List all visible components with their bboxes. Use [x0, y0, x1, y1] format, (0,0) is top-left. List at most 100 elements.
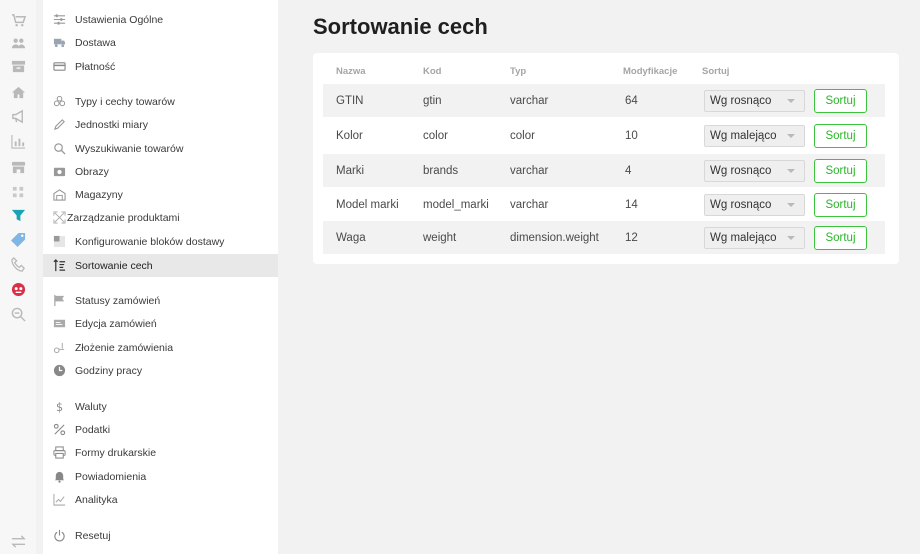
sidebar-item-label: Waluty	[75, 400, 107, 413]
flag-icon	[52, 294, 66, 308]
edit-order-icon	[52, 317, 66, 331]
archive-icon[interactable]	[10, 58, 26, 74]
table-row: Marki brands varchar 4 Wg rosnąco Sortuj	[323, 154, 885, 187]
sidebar-item-reset[interactable]: Resetuj	[43, 524, 278, 547]
grid-icon[interactable]	[10, 184, 26, 200]
sidebar-item-label: Resetuj	[75, 529, 111, 542]
cell-type: color	[510, 129, 535, 142]
table-header: Nazwa Kod Typ Modyfikacje Sortuj	[323, 63, 885, 81]
sidebar-item-print-forms[interactable]: Formy drukarskie	[43, 441, 278, 464]
sidebar-item-currencies[interactable]: $ Waluty	[43, 395, 278, 418]
checkout-icon	[52, 341, 66, 355]
zoom-out-icon[interactable]	[10, 306, 26, 322]
printer-icon	[52, 446, 66, 460]
sidebar-item-payment[interactable]: Płatność	[43, 55, 278, 78]
tag-icon[interactable]	[10, 231, 26, 247]
megaphone-icon[interactable]	[10, 108, 26, 124]
sidebar-item-product-types[interactable]: Typy i cechy towarów	[43, 90, 278, 113]
users-icon[interactable]	[10, 35, 26, 51]
cell-modifications: 4	[625, 164, 632, 177]
cell-modifications: 14	[625, 198, 638, 211]
sidebar-item-notifications[interactable]: Powiadomienia	[43, 465, 278, 488]
sidebar-item-order-statuses[interactable]: Statusy zamówień	[43, 289, 278, 312]
sort-button[interactable]: Sortuj	[814, 89, 867, 113]
sidebar-item-working-hours[interactable]: Godziny pracy	[43, 359, 278, 382]
bar-chart-icon[interactable]	[10, 133, 26, 149]
phone-icon[interactable]	[10, 256, 26, 272]
sort-order-value: Wg rosnąco	[710, 165, 772, 177]
cubes-icon	[52, 95, 66, 109]
cell-name: Marki	[336, 164, 365, 177]
sidebar-item-delivery[interactable]: Dostawa	[43, 31, 278, 54]
sidebar-item-label: Ustawienia Ogólne	[75, 13, 164, 26]
sidebar-item-label: Sortowanie cech	[75, 259, 153, 272]
sidebar-item-label: Magazyny	[75, 188, 123, 201]
sidebar-item-feature-sorting[interactable]: Sortowanie cech	[43, 254, 278, 277]
sidebar-item-images[interactable]: Obrazy	[43, 160, 278, 183]
sidebar-item-units[interactable]: Jednostki miary	[43, 113, 278, 136]
sort-order-select[interactable]: Wg malejąco	[704, 125, 805, 147]
badge-icon[interactable]	[10, 281, 26, 297]
column-header-type: Typ	[510, 66, 527, 77]
sort-order-value: Wg malejąco	[710, 130, 777, 142]
sort-button[interactable]: Sortuj	[814, 159, 867, 183]
sidebar-item-label: Płatność	[75, 60, 116, 73]
sort-order-select[interactable]: Wg malejąco	[704, 227, 805, 249]
home-icon[interactable]	[10, 84, 26, 100]
warehouse-icon	[52, 188, 66, 202]
expand-icon	[52, 211, 66, 225]
sidebar-item-analytics[interactable]: Analityka	[43, 488, 278, 511]
table-row: Kolor color color 10 Wg malejąco Sortuj	[323, 119, 885, 152]
sidebar-item-taxes[interactable]: Podatki	[43, 418, 278, 441]
credit-card-icon	[52, 60, 66, 74]
cell-name: Waga	[336, 231, 366, 244]
sidebar-item-warehouses[interactable]: Magazyny	[43, 183, 278, 206]
cell-code: color	[423, 129, 448, 142]
filter-icon[interactable]	[10, 207, 26, 223]
cell-type: varchar	[510, 94, 549, 107]
chevron-down-icon	[787, 169, 795, 173]
sort-order-select[interactable]: Wg rosnąco	[704, 160, 805, 182]
pencil-icon	[52, 118, 66, 132]
sort-order-select[interactable]: Wg rosnąco	[704, 194, 805, 216]
cell-code: gtin	[423, 94, 442, 107]
percent-icon	[52, 423, 66, 437]
sidebar-item-label: Edycja zamówień	[75, 317, 157, 330]
sidebar-item-label: Obrazy	[75, 165, 109, 178]
swap-arrows-icon[interactable]	[10, 533, 26, 549]
sidebar-item-delivery-blocks[interactable]: Konfigurowanie bloków dostawy	[43, 230, 278, 253]
sidebar-item-label: Formy drukarskie	[75, 446, 157, 459]
sidebar-item-checkout[interactable]: Złożenie zamówienia	[43, 336, 278, 359]
column-header-modifications: Modyfikacje	[623, 66, 678, 77]
store-icon[interactable]	[10, 159, 26, 175]
sort-icon	[52, 259, 66, 273]
svg-text:$: $	[55, 401, 62, 413]
sidebar-item-order-editing[interactable]: Edycja zamówień	[43, 312, 278, 335]
camera-icon	[52, 165, 66, 179]
chevron-down-icon	[787, 203, 795, 207]
feature-sorting-table: Nazwa Kod Typ Modyfikacje Sortuj GTIN gt…	[313, 53, 899, 264]
cell-type: varchar	[510, 198, 549, 211]
icon-rail	[0, 0, 36, 554]
column-header-code: Kod	[423, 66, 442, 77]
sidebar-item-label: Typy i cechy towarów	[75, 95, 175, 108]
sidebar-item-label: Wyszukiwanie towarów	[75, 142, 184, 155]
sidebar-item-label: Zarządzanie produktami	[67, 211, 180, 224]
cart-icon[interactable]	[10, 12, 26, 28]
sidebar-item-product-search[interactable]: Wyszukiwanie towarów	[43, 137, 278, 160]
cell-name: Kolor	[336, 129, 363, 142]
sidebar-item-label: Podatki	[75, 423, 111, 436]
sort-order-select[interactable]: Wg rosnąco	[704, 90, 805, 112]
sidebar-item-label: Dostawa	[75, 36, 116, 49]
sort-button[interactable]: Sortuj	[814, 193, 867, 217]
table-row: Waga weight dimension.weight 12 Wg malej…	[323, 221, 885, 254]
power-icon	[52, 529, 66, 543]
cell-modifications: 64	[625, 94, 638, 107]
sort-button[interactable]: Sortuj	[814, 124, 867, 148]
cell-code: brands	[423, 164, 459, 177]
sort-button[interactable]: Sortuj	[814, 226, 867, 250]
table-row: GTIN gtin varchar 64 Wg rosnąco Sortuj	[323, 84, 885, 117]
chevron-down-icon	[787, 236, 795, 240]
sidebar-item-general-settings[interactable]: Ustawienia Ogólne	[43, 8, 278, 31]
sidebar-item-product-management[interactable]: Zarządzanie produktami	[43, 206, 278, 229]
